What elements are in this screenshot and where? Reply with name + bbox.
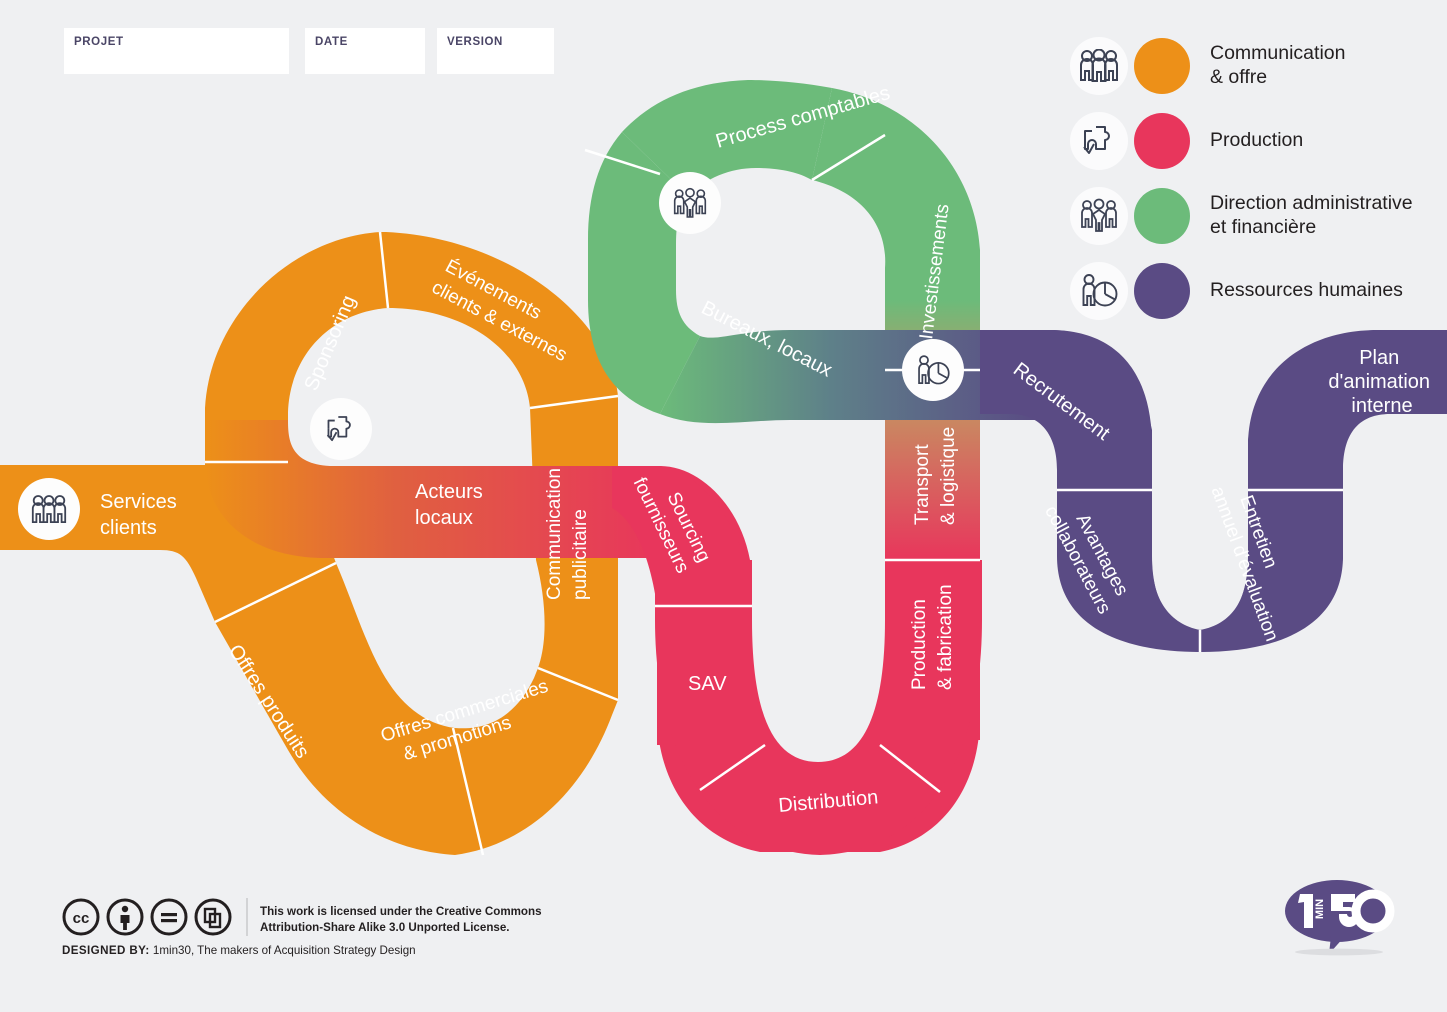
svg-text:cc: cc	[73, 910, 90, 927]
designed-by-value: 1min30, The makers of Acquisition Strate…	[152, 944, 416, 957]
process-flow-diagram: Services clients Offres produits Offres …	[0, 80, 1447, 856]
svg-text:MIN: MIN	[1314, 899, 1326, 919]
cc-icon: cc	[62, 898, 100, 936]
footer-divider	[246, 898, 248, 936]
license-text: This work is licensed under the Creative…	[260, 905, 542, 934]
brand-logo[interactable]: MIN	[1283, 878, 1395, 961]
footer: cc This work is licensed under the Creat…	[62, 898, 542, 957]
node-rh[interactable]	[902, 339, 964, 401]
segment-offres-produits[interactable]	[215, 563, 455, 855]
infographic-canvas: PROJET DATE VERSION Communication & offr…	[0, 0, 1447, 1012]
creative-commons-icons: cc	[62, 898, 232, 936]
node-production[interactable]	[310, 398, 372, 460]
designed-by-label: DESIGNED BY:	[62, 944, 150, 957]
logo-shadow	[1295, 948, 1383, 956]
segment-investissements[interactable]	[812, 88, 980, 300]
three-people-icon	[31, 494, 67, 523]
copy-icon	[194, 898, 232, 936]
puzzle-check-icon	[326, 415, 351, 441]
people-group-icon	[673, 187, 707, 218]
node-communication[interactable]	[18, 478, 80, 540]
designed-by-line: DESIGNED BY: 1min30, The makers of Acqui…	[62, 944, 542, 957]
equals-icon	[150, 898, 188, 936]
label-sav: SAV	[688, 673, 727, 695]
node-direction[interactable]	[659, 172, 721, 234]
person-pie-chart-icon	[918, 354, 950, 384]
by-icon	[106, 898, 144, 936]
